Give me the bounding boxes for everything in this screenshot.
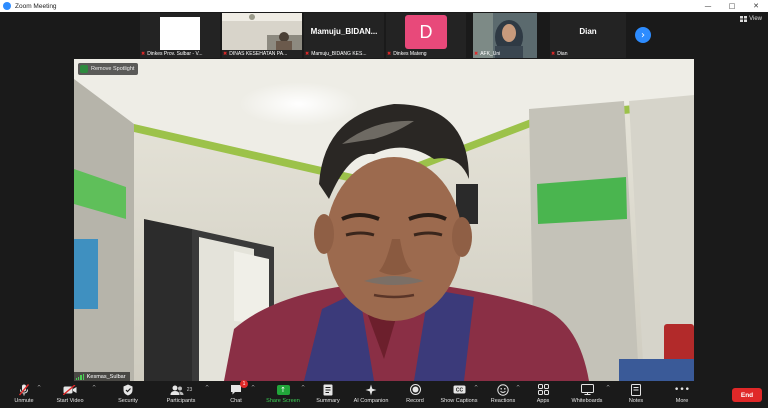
window-controls: — □ ✕ [696,0,768,12]
start-video-button[interactable]: Start Video [40,383,100,404]
shield-icon [123,383,133,396]
window-title: Zoom Meeting [15,2,57,10]
notes-icon [631,383,641,396]
participant-name: Mamuju_BIDANG KES... [311,51,367,57]
participant-tile[interactable]: ✖ AFK_Uni [473,13,537,58]
remove-spotlight-label: Remove Spotlight [91,66,135,72]
mic-muted-icon: ✖ [387,51,392,57]
participant-tile[interactable]: Dian ✖ Dian [550,13,626,58]
meeting-toolbar: Unmute ^ Start Video ^ Security 23 Parti… [0,380,768,408]
unmute-label: Unmute [14,398,34,404]
summary-icon [323,383,333,396]
participants-button[interactable]: 23 Participants [151,383,211,404]
active-speaker-name-tag: Kesmas_Sulbar [74,372,130,381]
summary-label: Summary [316,398,340,404]
participant-strip: ✖ Dinkes Prov. Sulbar - V... ✖ DINAS KES… [0,12,768,59]
participant-name-tag: ✖ DINAS KESEHATAN PA... [222,50,287,58]
chat-unread-badge: 1 [240,380,248,388]
participant-video [160,17,200,50]
participants-label: Participants [166,398,196,404]
participant-name-tag: ✖ AFK_Uni [473,50,500,58]
security-label: Security [118,398,138,404]
view-label: View [749,16,762,22]
video-off-icon [63,383,77,396]
mic-muted-icon: ✖ [305,51,310,57]
more-button[interactable]: ••• More [652,383,712,405]
participant-name-tag: ✖ Dian [550,50,568,58]
participant-name: Dian [557,51,568,57]
mic-muted-icon [19,383,29,396]
mic-muted-icon: ✖ [551,51,556,57]
whiteboards-label: Whiteboards [571,398,603,404]
title-bar: Zoom Meeting — □ ✕ [0,0,768,12]
participant-name-tag: ✖ Dinkes Mateng [386,50,427,58]
view-button[interactable]: View [740,16,762,22]
end-meeting-button[interactable]: End [732,388,762,402]
cc-icon: CC [453,383,466,396]
participants-count: 23 [186,386,193,393]
maximize-button[interactable]: □ [720,0,744,12]
ai-companion-label: AI Companion [353,398,389,404]
participant-name: AFK_Uni [480,51,501,57]
participant-name: DINAS KESEHATAN PA... [229,51,288,57]
remove-spotlight-button[interactable]: Remove Spotlight [78,63,139,75]
chat-label: Chat [230,398,242,404]
audio-level-icon [76,373,84,380]
participant-tile[interactable]: ✖ DINAS KESEHATAN PA... [222,13,302,58]
participants-icon: 23 [170,383,193,396]
more-icon: ••• [674,384,690,395]
more-label: More [675,398,689,404]
mic-muted-icon: ✖ [474,51,479,57]
minimize-button[interactable]: — [696,0,720,12]
svg-text:CC: CC [455,388,463,394]
spotlight-video[interactable]: Remove Spotlight Kesmas_Sulbar [74,59,694,381]
participant-name-tag: ✖ Dinkes Prov. Sulbar - V... [140,50,203,58]
video-options-chevron-icon[interactable]: ^ [92,385,96,391]
participant-display-name: Dian [579,27,597,36]
apps-label: Apps [536,398,550,404]
share-screen-icon: ↑ [276,383,290,396]
speaker-video-frame [74,59,694,381]
sparkle-icon [365,383,377,396]
participant-tile[interactable]: ✖ Dinkes Prov. Sulbar - V... [140,13,220,58]
participant-video [222,13,302,50]
start-video-label: Start Video [56,398,84,404]
record-icon [409,383,421,396]
security-button[interactable]: Security [98,383,158,404]
participant-name: Dinkes Prov. Sulbar - V... [147,51,203,57]
participant-name: Dinkes Mateng [393,51,427,57]
record-label: Record [406,398,424,404]
active-speaker-name: Kesmas_Sulbar [86,373,126,380]
emoji-icon [497,383,509,396]
zoom-app-icon [3,2,11,10]
show-captions-label: Show Captions [440,398,478,404]
participant-name-tag: ✖ Mamuju_BIDANG KES... [304,50,367,58]
apps-icon [537,383,549,396]
share-screen-label: Share Screen [266,398,300,404]
notes-label: Notes [628,398,644,404]
participant-tile[interactable]: D ✖ Dinkes Mateng [386,13,466,58]
grid-icon [740,16,748,22]
reactions-label: Reactions [490,398,516,404]
spotlight-icon [80,65,88,73]
mic-muted-icon: ✖ [223,51,228,57]
whiteboard-icon [580,383,594,396]
participant-display-name: Mamuju_BIDAN... [310,27,378,36]
mic-muted-icon: ✖ [141,51,146,57]
chat-icon: 1 [230,380,248,396]
close-button[interactable]: ✕ [744,0,768,12]
participant-tile[interactable]: Mamuju_BIDAN... ✖ Mamuju_BIDANG KES... [304,13,384,58]
next-page-icon[interactable]: › [635,27,651,43]
participant-avatar: D [405,15,447,49]
